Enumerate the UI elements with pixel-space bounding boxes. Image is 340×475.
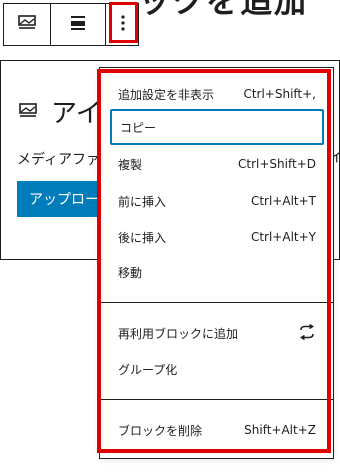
shortcut: Ctrl+Alt+T bbox=[250, 194, 316, 208]
page-heading-peek: ックを追加 bbox=[138, 0, 309, 20]
menu-item-remove-block[interactable]: ブロックを削除 Shift+Alt+Z bbox=[110, 412, 324, 448]
shortcut: Ctrl+Shift+, bbox=[243, 87, 316, 101]
menu-item-insert-before[interactable]: 前に挿入 Ctrl+Alt+T bbox=[110, 183, 324, 219]
menu-item-group[interactable]: グループ化 bbox=[110, 351, 324, 387]
block-type-button[interactable] bbox=[4, 4, 49, 45]
more-options-button[interactable] bbox=[105, 4, 140, 45]
align-center-icon bbox=[69, 14, 87, 36]
reusable-block-icon bbox=[298, 323, 316, 344]
menu-item-copy[interactable]: コピー bbox=[110, 109, 324, 145]
block-options-menu: 追加設定を非表示 Ctrl+Shift+, コピー 複製 Ctrl+Shift+… bbox=[99, 67, 334, 459]
media-text-icon bbox=[19, 103, 37, 123]
menu-item-move[interactable]: 移動 bbox=[110, 254, 324, 290]
more-vertical-icon bbox=[120, 14, 126, 36]
menu-separator bbox=[100, 399, 333, 400]
menu-item-add-reusable[interactable]: 再利用ブロックに追加 bbox=[110, 315, 324, 351]
block-toolbar bbox=[3, 3, 139, 46]
shortcut: Shift+Alt+Z bbox=[244, 423, 316, 437]
menu-item-hide-settings[interactable]: 追加設定を非表示 Ctrl+Shift+, bbox=[110, 76, 324, 112]
menu-separator bbox=[100, 302, 333, 303]
menu-item-insert-after[interactable]: 後に挿入 Ctrl+Alt+Y bbox=[110, 219, 324, 255]
shortcut: Ctrl+Alt+Y bbox=[250, 230, 316, 244]
menu-item-duplicate[interactable]: 複製 Ctrl+Shift+D bbox=[110, 146, 324, 182]
block-title: アイ bbox=[51, 99, 102, 129]
shortcut: Ctrl+Shift+D bbox=[238, 157, 316, 171]
media-text-icon bbox=[17, 14, 36, 36]
align-button[interactable] bbox=[50, 4, 105, 45]
